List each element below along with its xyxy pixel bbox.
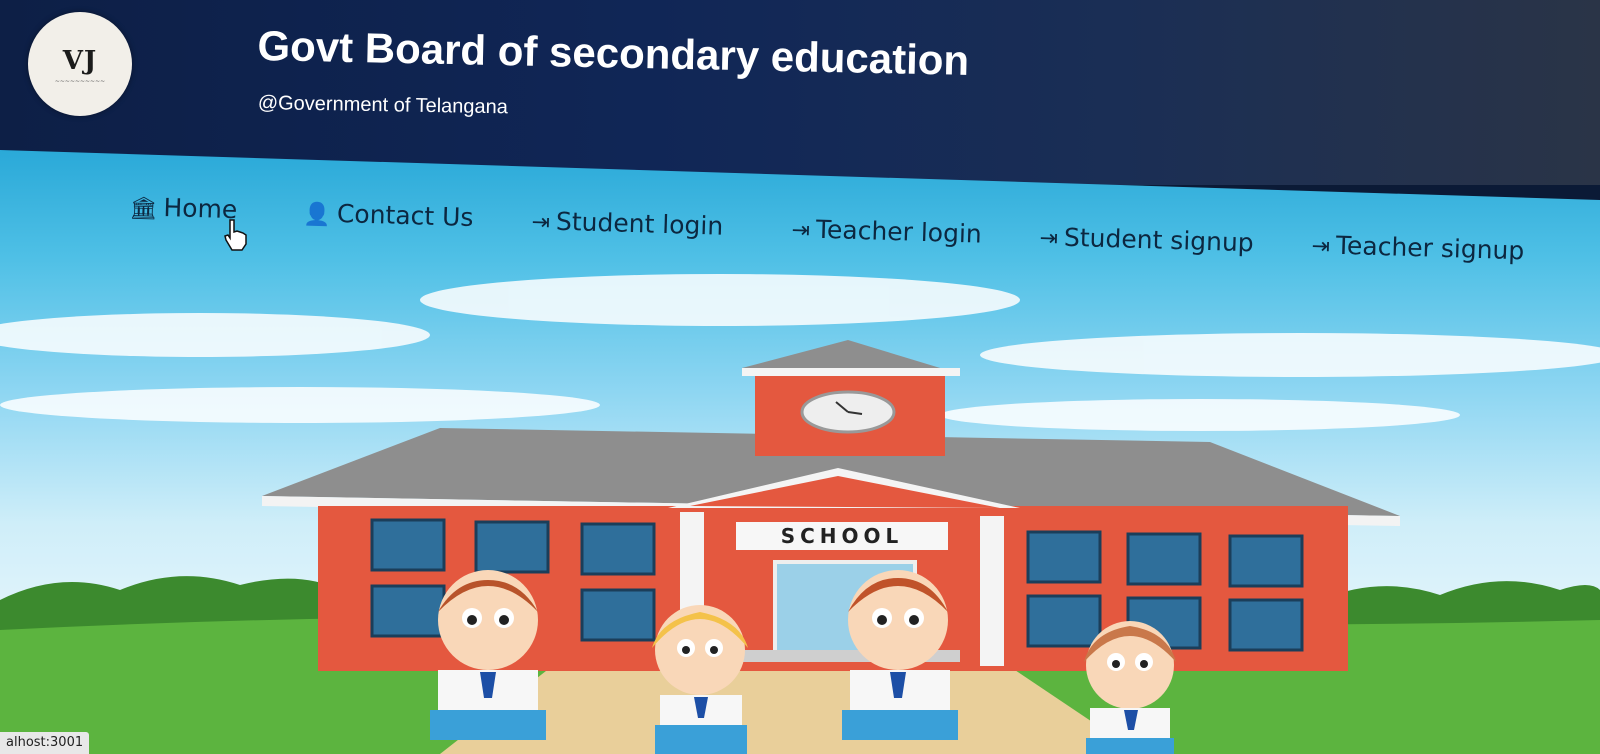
logo-text: VJ	[62, 46, 98, 76]
nav-teacher-login-label: Teacher login	[815, 214, 983, 249]
nav-student-login[interactable]: ⇥ Student login	[531, 206, 723, 241]
status-bar-url: alhost:3001	[0, 732, 90, 754]
page-subtitle: @Government of Telangana	[257, 92, 509, 119]
hand-cursor-icon	[224, 219, 247, 251]
logo-tagline-graphic: ~~~~~~~~~~	[54, 78, 106, 85]
nav-student-signup-label: Student signup	[1063, 222, 1255, 258]
nav-contact-us-label: Contact Us	[336, 198, 474, 233]
login-icon: ⇥	[531, 209, 551, 236]
nav-teacher-login[interactable]: ⇥ Teacher login	[791, 214, 982, 249]
school-sign-text: SCHOOL	[781, 524, 904, 548]
nav-student-login-label: Student login	[555, 206, 724, 241]
nav-teacher-signup-label: Teacher signup	[1335, 230, 1525, 266]
login-icon: ⇥	[791, 217, 811, 244]
bank-icon: 🏛	[129, 195, 158, 222]
nav-contact-us[interactable]: 👤 Contact Us	[303, 198, 474, 232]
user-circle-icon: 👤	[303, 201, 332, 228]
login-icon: ⇥	[1311, 233, 1331, 260]
site-logo[interactable]: VJ ~~~~~~~~~~	[28, 12, 132, 116]
page-title: Govt Board of secondary education	[257, 22, 970, 84]
site-header: VJ ~~~~~~~~~~ Govt Board of secondary ed…	[0, 0, 1600, 185]
login-icon: ⇥	[1039, 225, 1059, 252]
